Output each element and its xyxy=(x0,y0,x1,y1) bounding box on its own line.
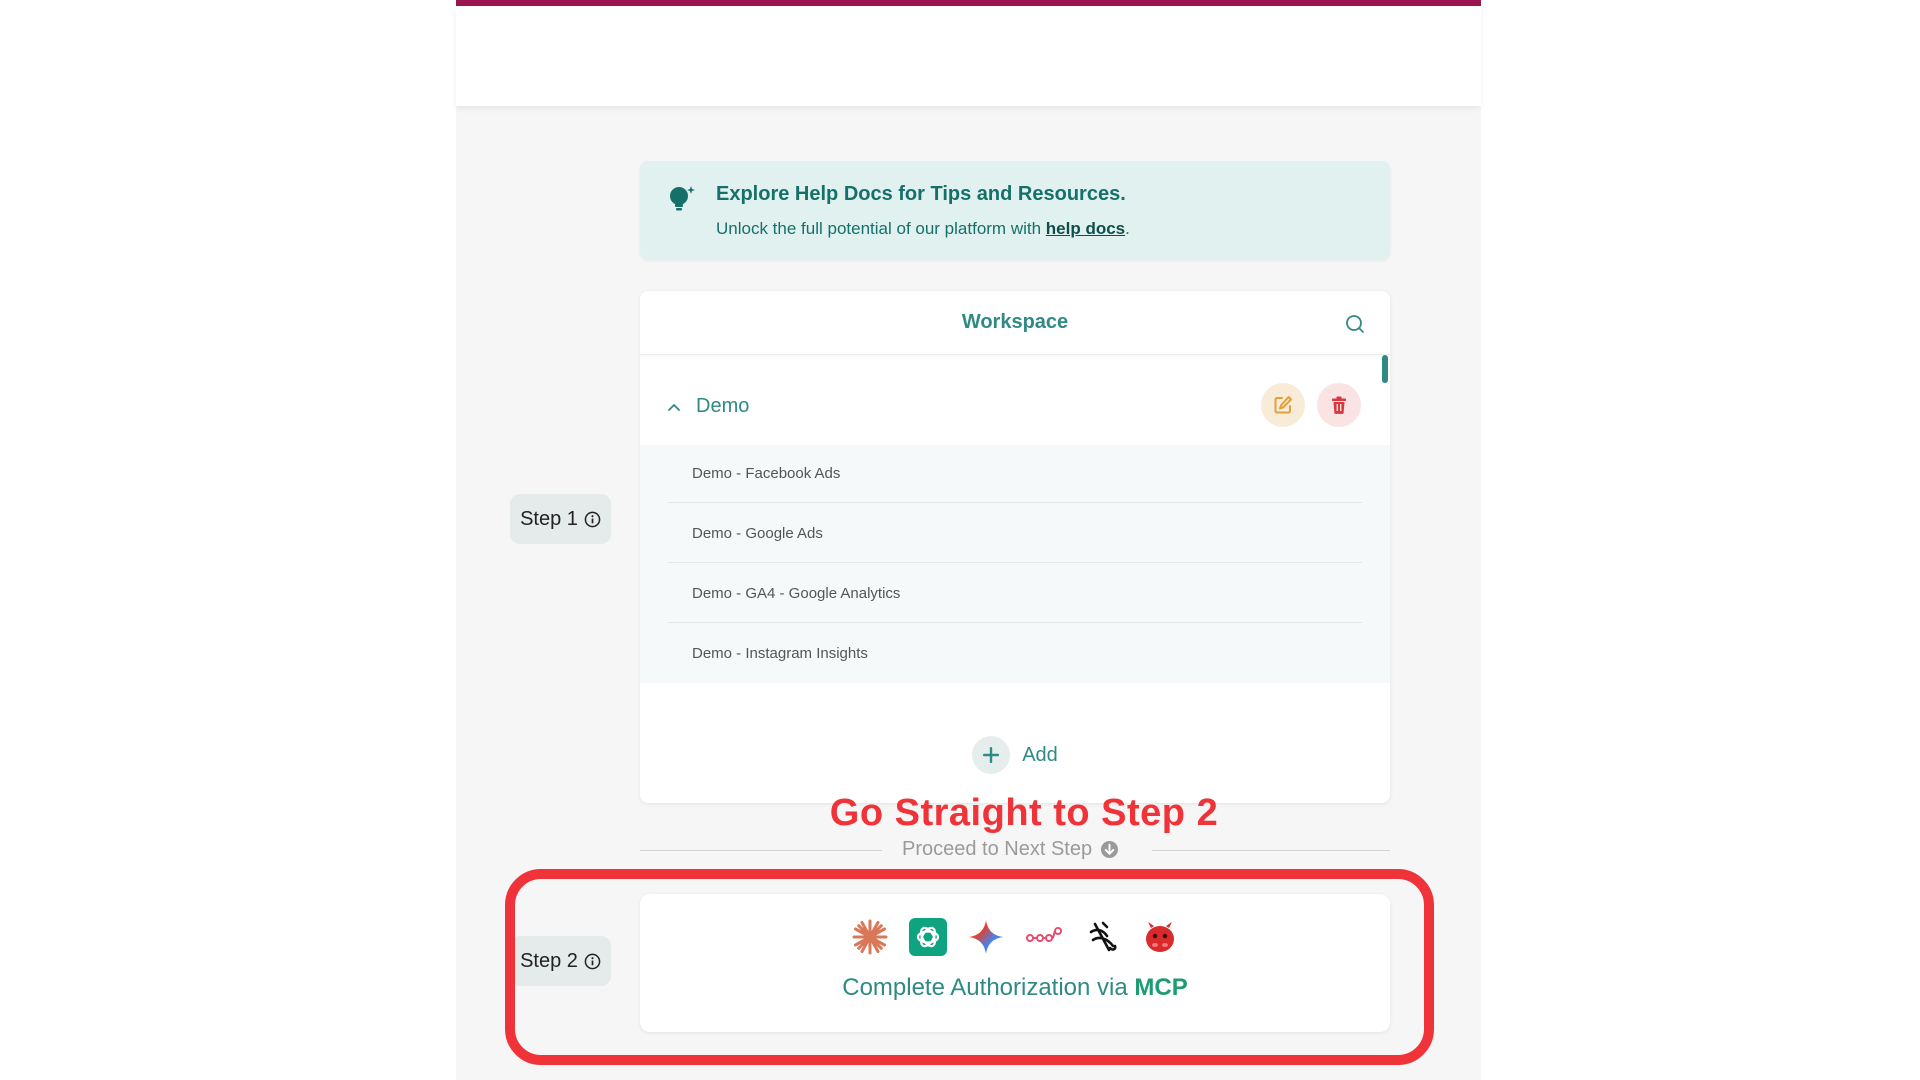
chevron-up-icon[interactable] xyxy=(666,399,682,415)
plus-icon xyxy=(983,747,1000,763)
workspace-title: Workspace xyxy=(961,311,1069,333)
list-item-label: Demo - Facebook Ads xyxy=(692,465,841,482)
arrow-down-circle-icon xyxy=(1101,840,1119,859)
annotation-highlight-box xyxy=(505,869,1434,1065)
annotation-callout-text: Go Straight to Step 2 xyxy=(829,792,1219,834)
page-header xyxy=(456,6,1481,106)
help-docs-banner: Explore Help Docs for Tips and Resources… xyxy=(640,161,1390,260)
delete-workspace-button[interactable] xyxy=(1317,383,1361,427)
annotation-callout: Go Straight to Step 2 xyxy=(0,792,1920,835)
list-item[interactable]: Demo - Google Ads xyxy=(668,505,1362,563)
trash-icon xyxy=(1332,396,1346,414)
step-1-label: Step 1 xyxy=(520,507,578,530)
help-banner-subtitle: Unlock the full potential of our platfor… xyxy=(716,219,1130,239)
list-item-label: Demo - GA4 - Google Analytics xyxy=(692,585,901,602)
list-item[interactable]: Demo - Instagram Insights xyxy=(668,625,1362,683)
workspace-group-label: Demo xyxy=(696,395,750,417)
list-item-label: Demo - Google Ads xyxy=(692,525,823,542)
edit-workspace-button[interactable] xyxy=(1261,383,1305,427)
add-label: Add xyxy=(1022,743,1058,766)
workspace-group-demo[interactable]: Demo xyxy=(640,371,1390,445)
proceed-next-step-button[interactable]: Proceed to Next Step xyxy=(902,838,1119,861)
search-icon[interactable] xyxy=(1344,313,1366,335)
help-docs-link[interactable]: help docs xyxy=(1046,219,1125,238)
plus-circle xyxy=(972,736,1011,774)
help-banner-subtitle-suffix: . xyxy=(1125,219,1130,238)
divider-left xyxy=(640,850,882,851)
help-banner-subtitle-prefix: Unlock the full potential of our platfor… xyxy=(716,219,1046,238)
screen: Explore Help Docs for Tips and Resources… xyxy=(0,0,1920,1080)
proceed-label: Proceed to Next Step xyxy=(902,838,1093,860)
info-icon[interactable] xyxy=(584,511,601,528)
workspace-card: Workspace Demo Demo - Facebook Ads Demo … xyxy=(640,291,1390,803)
help-banner-title: Explore Help Docs for Tips and Resources… xyxy=(716,183,1126,205)
edit-icon xyxy=(1274,396,1292,414)
workspace-sub-list: Demo - Facebook Ads Demo - Google Ads De… xyxy=(640,445,1390,683)
workspace-header: Workspace xyxy=(640,291,1390,355)
add-workspace-button[interactable]: Add xyxy=(640,735,1390,775)
lightbulb-sparkle-icon xyxy=(670,186,695,211)
divider-right xyxy=(1152,850,1390,851)
list-item[interactable]: Demo - Facebook Ads xyxy=(668,445,1362,503)
step-1-badge: Step 1 xyxy=(510,494,611,544)
list-item-label: Demo - Instagram Insights xyxy=(692,645,868,662)
list-item[interactable]: Demo - GA4 - Google Analytics xyxy=(668,565,1362,623)
